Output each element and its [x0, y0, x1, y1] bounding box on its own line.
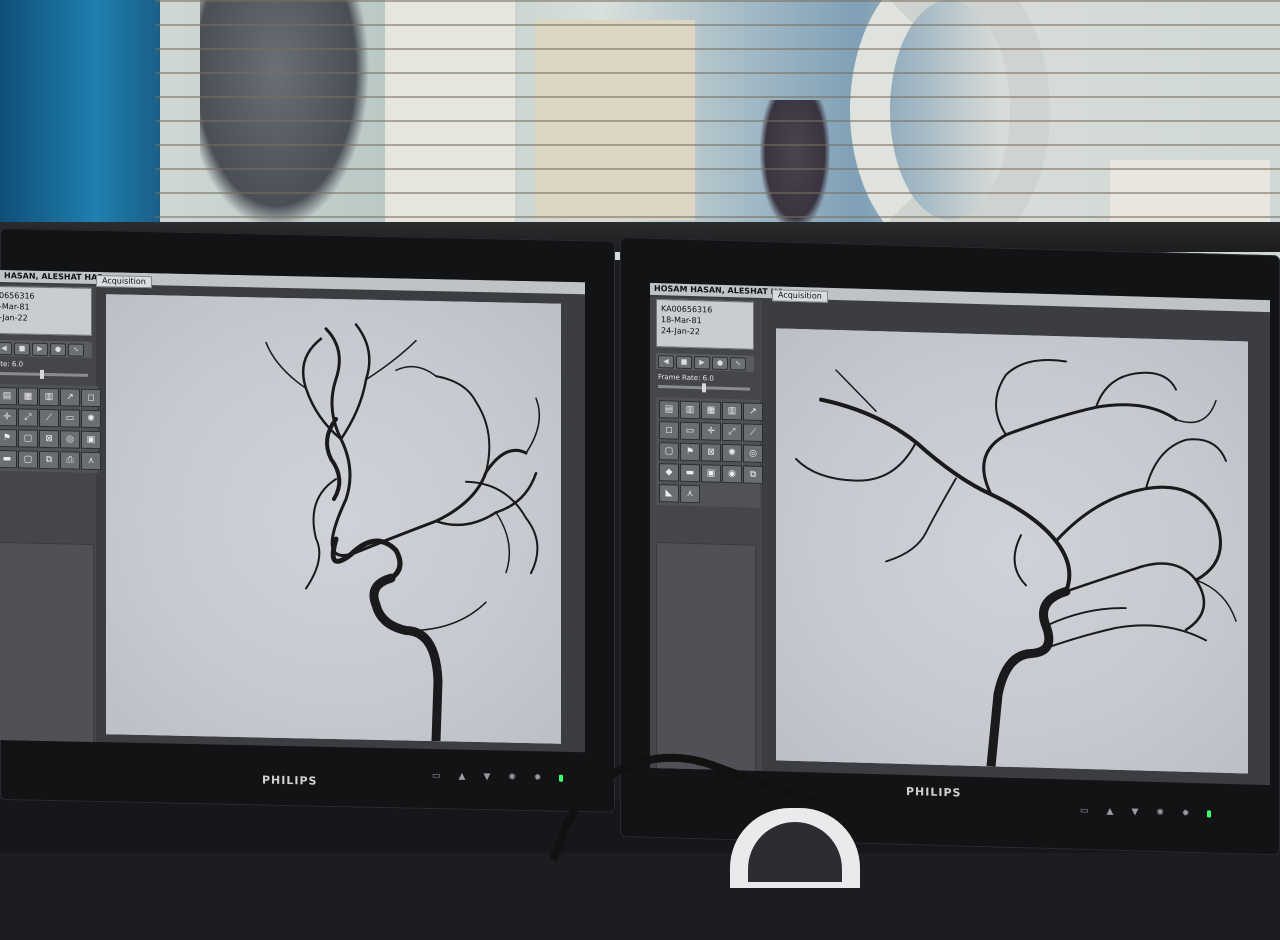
- tool-grid: ▤ ▦ ▥ ↗ ◻ ✛ ⤢ ⟋ ▭ ✺ ⚑ ▢ ⊠ ◎ ▣ ▬ ▢ ⧉ ⎙ ⋏: [0, 383, 101, 474]
- stats-icon[interactable]: ▥: [722, 401, 742, 421]
- window-icon[interactable]: ▭: [60, 409, 80, 428]
- brand-logo: PHILIPS: [906, 784, 962, 800]
- vessel-icon[interactable]: ⟋: [39, 408, 59, 428]
- record-icon[interactable]: ●: [712, 356, 728, 370]
- lower-panel: [656, 542, 756, 773]
- patient-info: 0656316 -Mar-81 -Jan-22: [0, 285, 92, 336]
- shutter-icon[interactable]: ⊠: [39, 429, 59, 449]
- slider-knob[interactable]: [702, 383, 706, 393]
- shutter-icon[interactable]: ⊠: [701, 443, 721, 462]
- down-icon[interactable]: ▼: [483, 772, 490, 782]
- export-icon[interactable]: ⧉: [39, 450, 59, 470]
- menu-icon[interactable]: ✹: [534, 773, 542, 783]
- door-frame: [0, 0, 160, 230]
- lower-panel: [0, 541, 94, 744]
- brand-logo: PHILIPS: [262, 773, 318, 788]
- measure-icon[interactable]: ↗: [743, 402, 763, 421]
- play-icon[interactable]: ▶: [694, 355, 710, 370]
- export-icon[interactable]: ⧉: [743, 465, 763, 484]
- grid-icon[interactable]: ▦: [701, 401, 721, 420]
- diamond-icon[interactable]: ◆: [659, 463, 679, 482]
- crosshair-icon[interactable]: ✛: [0, 407, 17, 427]
- frame-rate-label: Frame Rate: 6.0: [658, 373, 714, 383]
- vessel-tree-lateral: [795, 359, 1237, 771]
- zoom-icon[interactable]: ⤢: [18, 408, 38, 427]
- side-panel: KA00656316 18-Mar-81 24-Jan-22 ◀ ■ ▶ ● ∿…: [650, 296, 763, 785]
- frame-rate-slider[interactable]: [0, 369, 88, 379]
- window-icon[interactable]: ▭: [680, 421, 700, 441]
- print-icon[interactable]: ⎙: [60, 451, 80, 470]
- frame-rate-slider[interactable]: [658, 383, 750, 393]
- split-icon[interactable]: ⋏: [680, 484, 700, 504]
- power-led-icon: [1207, 810, 1212, 818]
- annotate-icon[interactable]: ◻: [659, 421, 679, 440]
- up-icon[interactable]: ▲: [459, 772, 466, 782]
- brightness-icon[interactable]: ✺: [508, 773, 516, 783]
- input-icon[interactable]: ▭: [1080, 806, 1089, 816]
- power-led-icon: [559, 774, 564, 782]
- waveform-icon[interactable]: ∿: [68, 342, 84, 357]
- brightness-icon[interactable]: ✺: [1156, 808, 1164, 818]
- stop-icon[interactable]: ■: [14, 341, 30, 356]
- acquisition-tab[interactable]: Acquisition: [96, 275, 152, 289]
- window-blinds: [155, 0, 1280, 250]
- angiogram-lateral: [776, 328, 1248, 774]
- folder-open-icon[interactable]: ▥: [680, 400, 700, 420]
- flag-icon[interactable]: ⚑: [0, 428, 17, 448]
- camera-icon[interactable]: ▣: [81, 430, 101, 450]
- vessel-icon[interactable]: ⟋: [743, 423, 763, 442]
- left-monitor: HASAN, ALESHAT HAS Acquisition 0656316 -…: [0, 228, 615, 813]
- left-screen: HASAN, ALESHAT HAS Acquisition 0656316 -…: [0, 270, 585, 753]
- right-screen: HOSAM HASAN, ALESHAT HA Acquisition KA00…: [650, 282, 1270, 786]
- input-icon[interactable]: ▭: [432, 771, 441, 781]
- acquisition-tab[interactable]: Acquisition: [772, 289, 828, 303]
- overlay-icon[interactable]: ▢: [18, 429, 38, 448]
- stop-icon[interactable]: ■: [676, 355, 692, 369]
- measure-icon[interactable]: ↗: [60, 388, 80, 407]
- roi-icon[interactable]: ◎: [743, 444, 763, 463]
- angiogram-frontal: [106, 294, 561, 744]
- film-icon[interactable]: ▬: [680, 463, 700, 483]
- layout-icon[interactable]: ▢: [18, 450, 38, 469]
- folder-icon[interactable]: ▤: [659, 400, 679, 419]
- down-icon[interactable]: ▼: [1131, 807, 1138, 817]
- control-room-window: [0, 0, 1280, 260]
- slider-knob[interactable]: [40, 369, 44, 379]
- brush-icon[interactable]: ◣: [659, 484, 679, 503]
- menu-icon[interactable]: ✹: [1182, 809, 1190, 819]
- stats-icon[interactable]: ▥: [39, 387, 59, 407]
- study-date: -Jan-22: [0, 312, 28, 323]
- film-icon[interactable]: ▬: [0, 449, 17, 469]
- bezel-controls: ▭ ▲ ▼ ✺ ✹: [1080, 806, 1212, 820]
- record-icon[interactable]: ●: [50, 342, 66, 356]
- vessel-tree-frontal: [265, 323, 541, 744]
- camera-icon[interactable]: ▣: [701, 464, 721, 483]
- waveform-icon[interactable]: ∿: [730, 356, 746, 371]
- rewind-icon[interactable]: ◀: [658, 354, 674, 369]
- split-icon[interactable]: ⋏: [81, 451, 101, 471]
- flag-icon[interactable]: ⚑: [680, 442, 700, 462]
- annotate-icon[interactable]: ◻: [81, 388, 101, 408]
- tool-grid: ▤ ▥ ▦ ▥ ↗ ◻ ▭ ✛ ⤢ ⟋ ▢ ⚑ ⊠ ✺ ◎ ◆ ▬ ▣ ◉ ⧉: [656, 397, 763, 508]
- overlay-icon[interactable]: ▢: [659, 442, 679, 461]
- contrast-icon[interactable]: ✺: [81, 409, 101, 429]
- playback-controls: ◀ ■ ▶ ● ∿: [0, 339, 92, 358]
- play-icon[interactable]: ▶: [32, 342, 48, 356]
- roi-icon[interactable]: ◎: [60, 430, 80, 449]
- frame-rate-label: ate: 6.0: [0, 359, 24, 369]
- zoom-icon[interactable]: ⤢: [722, 422, 742, 442]
- crosshair-icon[interactable]: ✛: [701, 422, 721, 441]
- target-icon[interactable]: ◉: [722, 464, 742, 484]
- playback-controls: ◀ ■ ▶ ● ∿: [656, 353, 754, 372]
- contrast-icon[interactable]: ✺: [722, 443, 742, 463]
- rewind-icon[interactable]: ◀: [0, 341, 12, 355]
- folder-icon[interactable]: ▤: [0, 386, 17, 406]
- up-icon[interactable]: ▲: [1107, 807, 1114, 817]
- grid-icon[interactable]: ▦: [18, 387, 38, 406]
- patient-info: KA00656316 18-Mar-81 24-Jan-22: [656, 299, 754, 350]
- side-panel: 0656316 -Mar-81 -Jan-22 ◀ ■ ▶ ● ∿ ate: 6…: [0, 283, 101, 753]
- bezel-controls: ▭ ▲ ▼ ✺ ✹: [432, 771, 564, 784]
- study-date: 24-Jan-22: [661, 326, 700, 337]
